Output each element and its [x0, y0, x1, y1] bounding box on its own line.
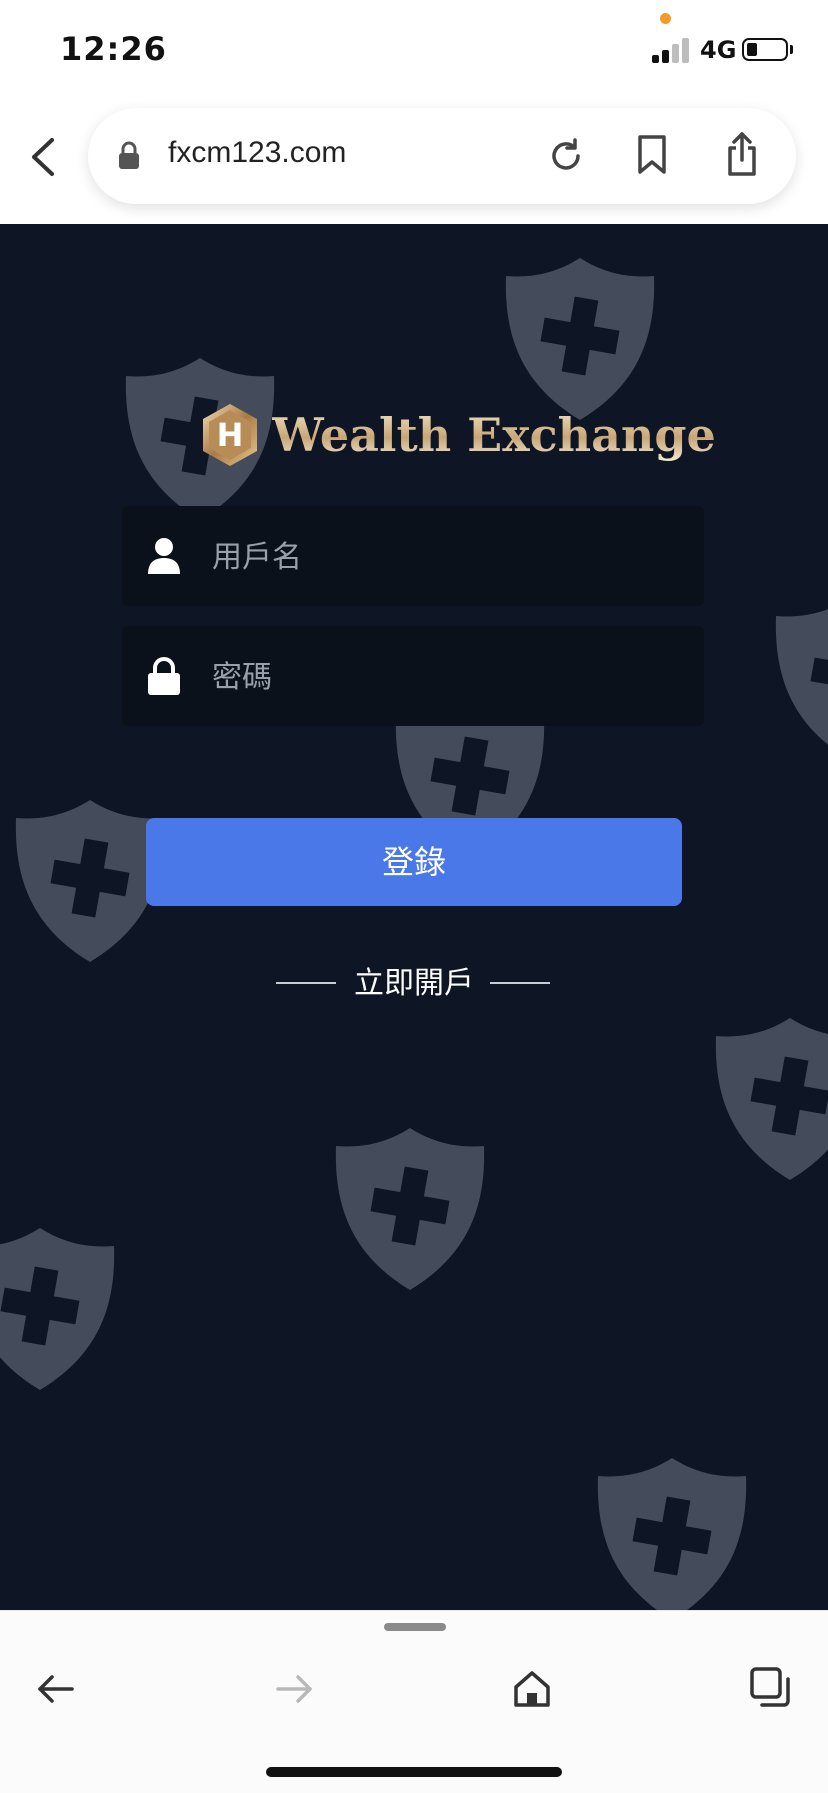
watermark-shield-icon — [597, 1458, 747, 1610]
browser-toolbar: fxcm123.com — [0, 100, 828, 224]
open-account-wrap: 立即開戶 — [0, 958, 828, 1002]
open-account-link[interactable]: 立即開戶 — [354, 966, 474, 1001]
brand-logo: H Wealth Exchange — [200, 402, 716, 472]
username-input[interactable] — [210, 506, 684, 608]
brand-name: Wealth Exchange — [272, 408, 716, 462]
forward-arrow-icon[interactable] — [272, 1667, 316, 1711]
url-text: fxcm123.com — [168, 136, 347, 169]
password-input[interactable] — [210, 626, 684, 728]
login-button[interactable]: 登錄 — [146, 818, 682, 906]
battery-tip — [790, 45, 793, 54]
tabs-icon[interactable] — [748, 1665, 792, 1709]
status-bar: 12:26 4G — [0, 0, 828, 100]
network-type: 4G — [700, 36, 737, 64]
watermark-shield-icon — [715, 1018, 828, 1180]
watermark-shield-icon — [0, 1228, 115, 1390]
logo-mark: H — [217, 416, 244, 454]
share-icon[interactable] — [724, 130, 760, 178]
watermark-shield-icon — [335, 1128, 485, 1290]
username-field — [122, 506, 704, 608]
battery-icon — [742, 38, 788, 61]
user-icon — [148, 538, 180, 574]
reload-icon[interactable] — [546, 136, 586, 176]
address-bar[interactable]: fxcm123.com — [88, 108, 796, 204]
home-icon[interactable] — [510, 1667, 554, 1711]
browser-bottom-toolbar — [0, 1610, 828, 1793]
drag-handle[interactable] — [384, 1623, 446, 1631]
back-arrow-icon[interactable] — [34, 1667, 78, 1711]
status-time: 12:26 — [60, 30, 167, 68]
home-indicator[interactable] — [266, 1767, 562, 1777]
privacy-indicator-dot — [660, 13, 671, 24]
hexagon-logo-icon: H — [203, 404, 257, 466]
lock-icon — [119, 141, 139, 169]
password-field — [122, 626, 704, 728]
watermark-shield-icon — [505, 258, 655, 420]
login-page: H Wealth Exchange 登錄 立即開戶 — [0, 224, 828, 1610]
watermark-shield-icon — [775, 609, 828, 745]
divider-right — [490, 982, 550, 984]
cellular-signal-icon — [652, 37, 692, 63]
lock-icon — [148, 657, 180, 695]
bookmark-icon[interactable] — [636, 134, 668, 176]
back-chevron-icon[interactable] — [24, 132, 64, 182]
